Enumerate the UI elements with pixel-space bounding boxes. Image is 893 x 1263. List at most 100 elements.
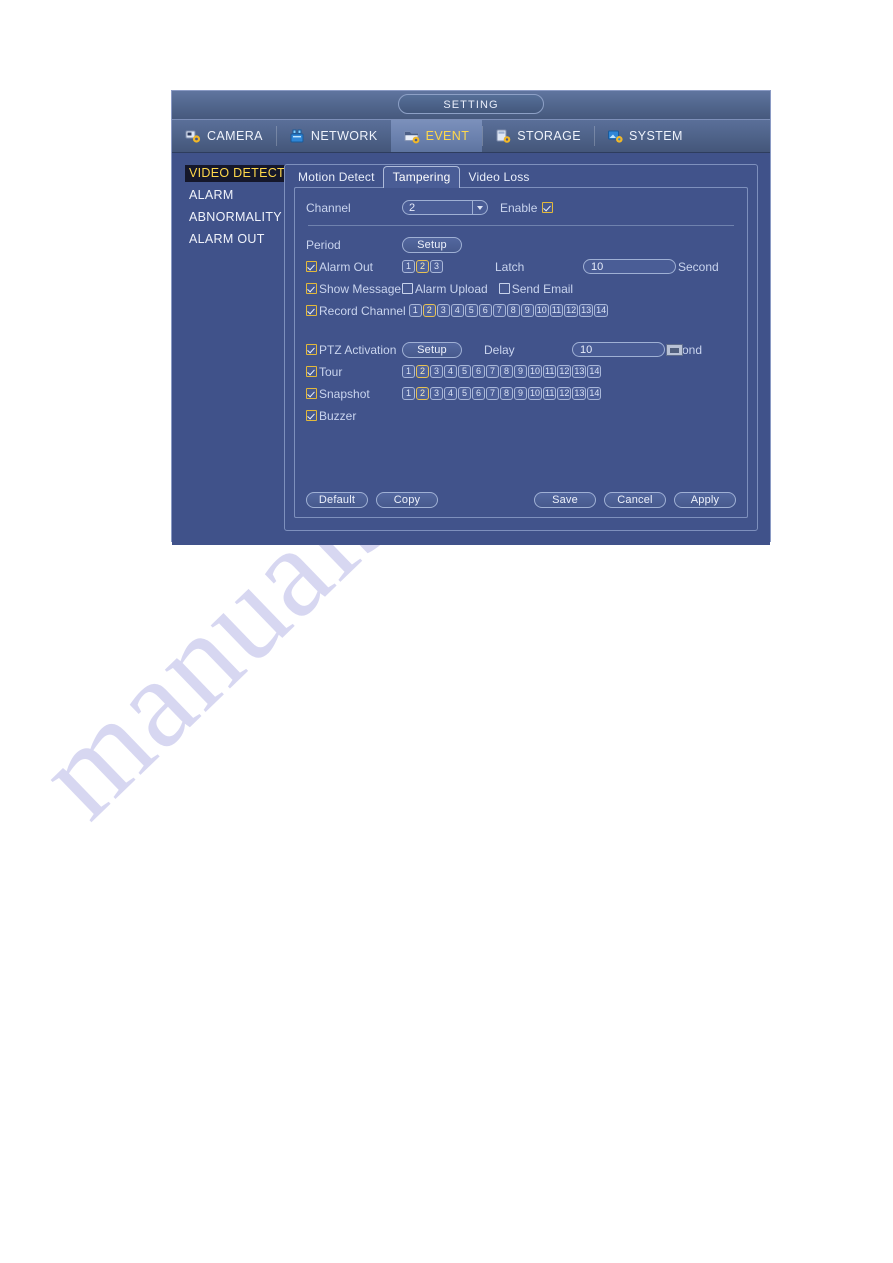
send-email-checkbox[interactable]: Send Email bbox=[498, 282, 573, 296]
tour-chip[interactable]: 14 bbox=[587, 365, 602, 378]
ptz-activation-checkbox-box[interactable] bbox=[306, 344, 317, 355]
tab-video-loss[interactable]: Video Loss bbox=[460, 167, 537, 187]
tab-motion-detect[interactable]: Motion Detect bbox=[290, 167, 383, 187]
snapshot-chip[interactable]: 13 bbox=[572, 387, 587, 400]
tour-chip[interactable]: 13 bbox=[572, 365, 587, 378]
nav-tab-system[interactable]: SYSTEM bbox=[593, 120, 696, 152]
content-panel: Motion Detect Tampering Video Loss Chann… bbox=[284, 164, 758, 531]
record-channel-label: Record Channel bbox=[319, 303, 406, 318]
latch-input[interactable]: 10 bbox=[583, 259, 676, 274]
nav-tab-event[interactable]: EVENT bbox=[390, 120, 483, 152]
snapshot-chip[interactable]: 6 bbox=[472, 387, 485, 400]
record-channel-chip[interactable]: 9 bbox=[520, 304, 534, 317]
system-gear-icon bbox=[607, 129, 624, 144]
record-channel-chip[interactable]: 5 bbox=[464, 304, 478, 317]
nav-tab-event-label: EVENT bbox=[425, 129, 470, 143]
buzzer-checkbox-box[interactable] bbox=[306, 410, 317, 421]
snapshot-chip[interactable]: 10 bbox=[528, 387, 543, 400]
tour-chip[interactable]: 8 bbox=[500, 365, 513, 378]
tour-chip[interactable]: 5 bbox=[458, 365, 471, 378]
sidebar-item-alarm[interactable]: ALARM bbox=[185, 187, 238, 204]
record-channel-chip[interactable]: 11 bbox=[549, 304, 564, 317]
tour-chip[interactable]: 1 bbox=[402, 365, 415, 378]
sidebar-item-alarm-out[interactable]: ALARM OUT bbox=[185, 231, 269, 248]
snapshot-chip[interactable]: 14 bbox=[587, 387, 602, 400]
alarm-out-checkbox-box[interactable] bbox=[306, 261, 317, 272]
chevron-down-icon[interactable] bbox=[472, 201, 486, 214]
alarm-out-checkbox[interactable]: Alarm Out bbox=[306, 260, 402, 274]
sidebar: VIDEO DETECT ALARM ABNORMALITY ALARM OUT bbox=[172, 153, 289, 545]
record-channel-chip[interactable]: 7 bbox=[492, 304, 506, 317]
snapshot-chip[interactable]: 9 bbox=[514, 387, 527, 400]
snapshot-chip[interactable]: 8 bbox=[500, 387, 513, 400]
alarm-out-chip[interactable]: 1 bbox=[402, 260, 415, 273]
apply-button[interactable]: Apply bbox=[674, 492, 736, 508]
alarm-upload-checkbox[interactable]: Alarm Upload bbox=[402, 282, 488, 296]
tour-chip[interactable]: 4 bbox=[444, 365, 457, 378]
record-channel-chip[interactable]: 1 bbox=[408, 304, 422, 317]
snapshot-label: Snapshot bbox=[319, 386, 370, 401]
cancel-button[interactable]: Cancel bbox=[604, 492, 666, 508]
snapshot-checkbox[interactable]: Snapshot bbox=[306, 387, 402, 401]
nav-tab-storage[interactable]: STORAGE bbox=[482, 120, 594, 152]
snapshot-chip[interactable]: 1 bbox=[402, 387, 415, 400]
tab-tampering[interactable]: Tampering bbox=[382, 166, 461, 188]
snapshot-chip[interactable]: 4 bbox=[444, 387, 457, 400]
default-button[interactable]: Default bbox=[306, 492, 368, 508]
sidebar-item-video-detect[interactable]: VIDEO DETECT bbox=[185, 165, 289, 182]
enable-checkbox-box[interactable] bbox=[542, 202, 554, 213]
record-channel-chip[interactable]: 13 bbox=[579, 304, 594, 317]
delay-input[interactable]: 10 bbox=[572, 342, 665, 357]
snapshot-checkbox-box[interactable] bbox=[306, 388, 317, 399]
snapshot-chip[interactable]: 3 bbox=[430, 387, 443, 400]
period-setup-button[interactable]: Setup bbox=[402, 236, 462, 253]
record-channel-chip[interactable]: 6 bbox=[478, 304, 492, 317]
tour-chip[interactable]: 12 bbox=[557, 365, 572, 378]
record-channel-chip[interactable]: 12 bbox=[564, 304, 579, 317]
nav-tab-camera[interactable]: CAMERA bbox=[172, 120, 276, 152]
alarm-upload-checkbox-box[interactable] bbox=[402, 283, 413, 294]
tour-checkbox-box[interactable] bbox=[306, 366, 317, 377]
snapshot-chip[interactable]: 2 bbox=[416, 387, 429, 400]
nav-tab-network[interactable]: NETWORK bbox=[275, 120, 391, 152]
tour-chip[interactable]: 11 bbox=[543, 365, 557, 378]
form-divider bbox=[308, 225, 734, 226]
show-message-checkbox-box[interactable] bbox=[306, 283, 317, 294]
alarm-out-chips: 1 2 3 bbox=[402, 260, 443, 273]
copy-button[interactable]: Copy bbox=[376, 492, 438, 508]
alarm-out-chip[interactable]: 2 bbox=[416, 260, 429, 273]
record-channel-chip[interactable]: 10 bbox=[534, 304, 549, 317]
period-row: Period Setup bbox=[306, 234, 736, 255]
setting-window: SETTING CAMERA NETWORK EVENT STORAGE SYS… bbox=[171, 90, 771, 545]
ptz-setup-button[interactable]: Setup bbox=[402, 341, 462, 358]
tour-chip[interactable]: 9 bbox=[514, 365, 527, 378]
sidebar-item-abnormality[interactable]: ABNORMALITY bbox=[185, 209, 286, 226]
send-email-checkbox-box[interactable] bbox=[498, 283, 510, 294]
snapshot-chip[interactable]: 11 bbox=[543, 387, 557, 400]
nav-tab-camera-label: CAMERA bbox=[207, 129, 263, 143]
enable-checkbox[interactable]: Enable bbox=[500, 201, 555, 215]
subtab-bar: Motion Detect Tampering Video Loss bbox=[285, 165, 757, 188]
buzzer-checkbox[interactable]: Buzzer bbox=[306, 409, 402, 423]
tour-chip[interactable]: 7 bbox=[486, 365, 499, 378]
tour-checkbox[interactable]: Tour bbox=[306, 365, 402, 379]
record-channel-checkbox[interactable]: Record Channel bbox=[306, 304, 406, 318]
show-message-checkbox[interactable]: Show Message bbox=[306, 282, 402, 296]
record-channel-chip[interactable]: 14 bbox=[594, 304, 609, 317]
alarm-out-chip[interactable]: 3 bbox=[430, 260, 443, 273]
snapshot-chip[interactable]: 5 bbox=[458, 387, 471, 400]
record-channel-chip[interactable]: 3 bbox=[436, 304, 450, 317]
tour-chip[interactable]: 3 bbox=[430, 365, 443, 378]
channel-select[interactable]: 2 bbox=[402, 200, 488, 215]
snapshot-chip[interactable]: 7 bbox=[486, 387, 499, 400]
tour-chip[interactable]: 2 bbox=[416, 365, 429, 378]
snapshot-chip[interactable]: 12 bbox=[557, 387, 572, 400]
record-channel-checkbox-box[interactable] bbox=[306, 305, 317, 316]
tour-chip[interactable]: 6 bbox=[472, 365, 485, 378]
ptz-activation-checkbox[interactable]: PTZ Activation bbox=[306, 343, 402, 357]
record-channel-chip[interactable]: 4 bbox=[450, 304, 464, 317]
save-button[interactable]: Save bbox=[534, 492, 596, 508]
tour-chip[interactable]: 10 bbox=[528, 365, 543, 378]
record-channel-chip[interactable]: 8 bbox=[506, 304, 520, 317]
record-channel-chip[interactable]: 2 bbox=[422, 304, 436, 317]
